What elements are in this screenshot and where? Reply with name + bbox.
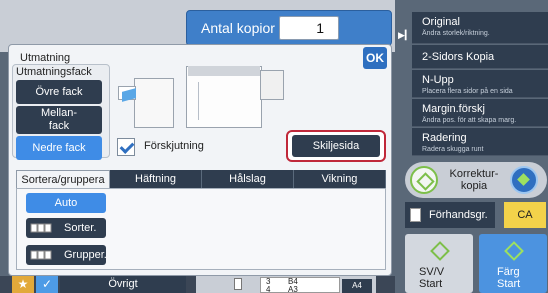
sort-group-label: Grupper. xyxy=(64,249,107,261)
sidebar-item-title: Margin.förskj xyxy=(422,103,485,115)
sidebar-item-title: Original xyxy=(422,16,460,28)
copies-box: Antal kopior 1 xyxy=(186,10,392,46)
sidebar-item-duplex[interactable]: 2-Sidors Kopia xyxy=(412,45,548,69)
color-start-button[interactable]: Färg Start xyxy=(479,234,547,293)
tab-punching[interactable]: Hålslag xyxy=(202,170,294,189)
favorite-star-icon[interactable]: ★ xyxy=(12,276,34,293)
offset-checkbox[interactable] xyxy=(117,138,135,156)
sidebar-item-n-up[interactable]: N-Upp Placera flera sidor på en sida xyxy=(412,70,548,98)
paper-row-2-size: A3 xyxy=(288,285,298,293)
ok-button[interactable]: OK xyxy=(363,47,387,69)
tray-middle-button[interactable]: Mellan- fack xyxy=(16,106,102,134)
color-start-diamond-icon xyxy=(504,241,524,261)
tab-sort-group[interactable]: Sortera/gruppera xyxy=(16,170,110,189)
expand-arrow-icon[interactable]: ▶▎ xyxy=(398,30,412,41)
sidebar-item-margin-shift[interactable]: Margin.förskj Ändra pos. för att skapa m… xyxy=(412,99,548,127)
sidebar-item-subtitle: Placera flera sidor på en sida xyxy=(422,88,513,95)
sidebar-item-subtitle: Radera skugga runt xyxy=(422,146,484,153)
bw-start-button[interactable]: SV/V Start xyxy=(405,234,473,293)
sidebar-item-title: N-Upp xyxy=(422,74,454,86)
tab-stapling[interactable]: Häftning xyxy=(110,170,202,189)
bw-start-label: SV/V Start xyxy=(419,266,445,290)
paper-info: 3 B4 4 A3 A4 xyxy=(196,276,376,293)
output-tray-title: Utmatningsfack xyxy=(16,66,92,78)
preview-document-icon xyxy=(410,208,421,222)
sidebar-item-original[interactable]: Original Ändra storlek/riktning. xyxy=(412,12,548,44)
proof-copy-label: Korrektur- kopia xyxy=(449,168,499,192)
copies-input[interactable]: 1 xyxy=(279,16,339,40)
sidebar-item-title: 2-Sidors Kopia xyxy=(422,51,495,63)
paper-row-2-num: 4 xyxy=(266,285,271,293)
checkmark-icon[interactable]: ✓ xyxy=(36,276,58,293)
color-start-label: Färg Start xyxy=(497,266,521,290)
sidebar-item-erase[interactable]: Radering Radera skugga runt xyxy=(412,128,548,156)
sort-sorter-label: Sorter. xyxy=(64,222,97,234)
tray-lower-button[interactable]: Nedre fack xyxy=(16,136,102,160)
start-diamond-icon xyxy=(410,166,438,194)
separator-page-button[interactable]: Skiljesida xyxy=(292,135,380,157)
group-pages-icon xyxy=(30,250,52,260)
copies-label: Antal kopior xyxy=(201,20,275,36)
sort-auto-button[interactable]: Auto xyxy=(26,193,106,213)
sidebar-item-subtitle: Ändra pos. för att skapa marg. xyxy=(422,117,517,124)
color-start-icon xyxy=(510,166,538,194)
sidebar-item-title: Radering xyxy=(422,132,467,144)
sort-sorter-button[interactable]: Sorter. xyxy=(26,218,106,238)
tab-folding[interactable]: Vikning xyxy=(294,170,386,189)
finishing-tabs: Sortera/gruppera Häftning Hålslag Viknin… xyxy=(16,170,386,189)
sort-pages-icon xyxy=(30,223,52,233)
other-button[interactable]: Övrigt xyxy=(60,276,186,293)
paper-selected-badge: A4 xyxy=(342,279,372,293)
output-title: Utmatning xyxy=(20,52,71,64)
clear-all-button[interactable]: CA xyxy=(504,202,546,228)
sidebar-item-subtitle: Ändra storlek/riktning. xyxy=(422,30,490,37)
offset-label: Förskjutning xyxy=(144,140,204,152)
paper-tray-icon xyxy=(234,278,242,290)
sort-group-button[interactable]: Grupper. xyxy=(26,245,107,265)
machine-illustration xyxy=(118,56,288,130)
bw-start-diamond-icon xyxy=(430,241,450,261)
tray-upper-button[interactable]: Övre fack xyxy=(16,80,102,104)
